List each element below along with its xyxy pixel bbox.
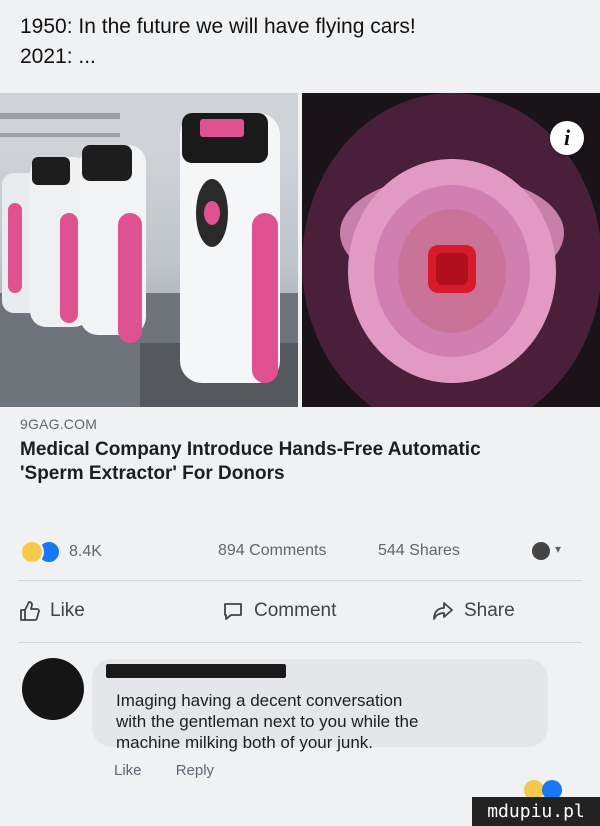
redacted-name[interactable]	[106, 664, 286, 678]
link-domain: 9GAG.COM	[20, 416, 98, 432]
link-preview-text[interactable]: 9GAG.COM Medical Company Introduce Hands…	[20, 416, 580, 486]
share-button[interactable]: Share	[432, 588, 515, 634]
thumbs-up-icon	[20, 601, 40, 621]
machines-photo	[0, 93, 298, 407]
comment-line-3: machine milking both of your junk.	[116, 733, 374, 752]
divider	[18, 580, 582, 581]
reactions-count: 8.4K	[69, 543, 102, 560]
like-label: Like	[50, 600, 85, 621]
comments-count[interactable]: 894 Comments	[218, 542, 327, 560]
haha-reaction-icon	[20, 540, 44, 564]
comment-button[interactable]: Comment	[222, 588, 336, 634]
info-icon[interactable]: i	[550, 121, 584, 155]
comment-like-link[interactable]: Like	[114, 762, 142, 779]
reactions-summary[interactable]: 8.4K	[20, 540, 102, 564]
share-icon	[433, 602, 453, 620]
comment-actions: Like Reply	[114, 762, 244, 779]
like-button[interactable]: Like	[18, 588, 85, 634]
caret-down-icon[interactable]: ▾	[555, 542, 561, 556]
avatar[interactable]	[22, 658, 84, 720]
shares-count[interactable]: 544 Shares	[378, 542, 460, 560]
link-preview-image[interactable]: i	[0, 93, 600, 407]
link-headline: Medical Company Introduce Hands-Free Aut…	[20, 438, 580, 486]
headline-line-1: Medical Company Introduce Hands-Free Aut…	[20, 439, 481, 460]
caption-line-2: 2021: ...	[20, 45, 96, 68]
device-closeup-photo: i	[302, 93, 600, 407]
comment-line-2: with the gentleman next to you while the	[116, 712, 419, 731]
divider	[18, 642, 582, 643]
headline-line-2: 'Sperm Extractor' For Donors	[20, 463, 285, 484]
post-actions: Like Comment Share	[18, 588, 582, 634]
comment-text: Imaging having a decent conversation wit…	[116, 690, 536, 753]
comment-label: Comment	[254, 600, 337, 621]
comment-line-1: Imaging having a decent conversation	[116, 691, 403, 710]
watermark-logo: mdupiu.pl	[472, 797, 600, 826]
post-caption: 1950: In the future we will have flying …	[20, 12, 416, 72]
comment-reply-link[interactable]: Reply	[176, 762, 214, 779]
machines-illustration	[0, 93, 298, 407]
caption-line-1: 1950: In the future we will have flying …	[20, 15, 416, 38]
comment-icon	[224, 603, 242, 620]
post-stats: 8.4K 894 Comments 544 Shares ▾	[20, 540, 580, 564]
share-label: Share	[464, 600, 515, 621]
audience-icon[interactable]	[532, 542, 550, 560]
